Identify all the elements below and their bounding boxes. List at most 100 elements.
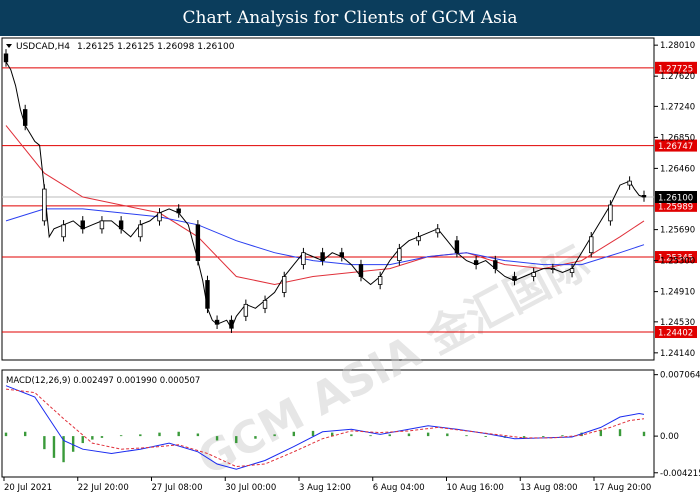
macd-histogram-bar-23 <box>388 434 391 437</box>
candle-body-5 <box>99 220 105 230</box>
candle-body-27 <box>493 260 498 269</box>
macd-histogram-bar-15 <box>235 436 238 444</box>
current-price-label: 1.26100 <box>658 194 693 204</box>
price-tick-label-7: 1.25300 <box>660 257 695 267</box>
main-panel-frame <box>1 37 655 361</box>
price-tick-label-3: 1.26850 <box>660 133 695 143</box>
macd-histogram-bar-10 <box>139 434 142 437</box>
candle-body-22 <box>397 248 402 262</box>
time-tick-label-0: 20 Jul 2021 <box>4 483 52 493</box>
macd-histogram-bar-34 <box>599 430 603 437</box>
macd-histogram-bar-26 <box>446 433 449 437</box>
candle-body-34 <box>627 180 632 186</box>
candle-body-11 <box>205 280 210 309</box>
macd-histogram-bar-8 <box>100 436 104 438</box>
candle-body-15 <box>262 299 268 309</box>
time-tick-label-1: 22 Jul 20:00 <box>78 483 129 493</box>
price-tick-label-10: 1.24140 <box>660 349 695 359</box>
candle-body-28 <box>512 276 517 281</box>
macd-tick-label-0: 0.007064 <box>660 371 700 381</box>
macd-histogram-bar-27 <box>465 435 468 437</box>
price-tick-label-9: 1.24530 <box>660 318 695 328</box>
candle-body-18 <box>320 252 325 262</box>
macd-tick-label-1: 0.00 <box>660 432 679 442</box>
candle-body-24 <box>435 228 440 234</box>
macd-histogram-bar-24 <box>407 433 411 437</box>
candle-body-3 <box>61 224 66 238</box>
macd-histogram-bar-3 <box>52 436 56 458</box>
candle-body-12 <box>214 319 220 325</box>
macd-histogram-bar-16 <box>254 436 257 439</box>
macd-histogram-bar-19 <box>311 430 315 437</box>
candle-body-0 <box>3 53 9 63</box>
level-label-1: 1.26747 <box>658 142 693 152</box>
macd-histogram-bar-6 <box>81 436 84 444</box>
chart-canvas: GCM ASIA 金汇国际 1.277251.267471.259891.253… <box>1 37 700 493</box>
macd-histogram-bar-7 <box>91 436 94 440</box>
price-tick-label-4: 1.26460 <box>660 164 695 174</box>
macd-tick-label-2: -0.004215 <box>660 469 700 479</box>
time-tick-label-7: 13 Aug 08:00 <box>520 483 577 493</box>
macd-histogram-bar-21 <box>350 434 353 437</box>
level-label-4: 1.24402 <box>658 329 693 339</box>
time-axis: 20 Jul 2021 22 Jul 20:00 27 Jul 08:00 30 Ju… <box>3 477 651 493</box>
time-tick-label-5: 6 Aug 04:00 <box>373 483 425 493</box>
candle-body-2 <box>42 188 47 222</box>
macd-histogram-bar-9 <box>119 435 123 437</box>
candle-body-8 <box>157 212 162 222</box>
price-tick-label-0: 1.28010 <box>660 41 695 51</box>
header-bar: Chart Analysis for Clients of GCM Asia <box>0 0 700 36</box>
candle-body-19 <box>339 252 344 258</box>
macd-histogram-bar-17 <box>273 434 276 437</box>
price-tick-label-8: 1.24910 <box>660 288 695 298</box>
candle-body-35 <box>641 195 647 198</box>
candle-body-13 <box>229 319 234 329</box>
macd-histogram-bar-12 <box>177 431 180 437</box>
macd-histogram-bar-31 <box>542 436 545 437</box>
time-tick-label-2: 27 Jul 08:00 <box>152 483 203 493</box>
candle-body-7 <box>138 224 143 238</box>
instrument-label: USDCAD,H4 <box>16 42 70 52</box>
macd-histogram-bar-25 <box>426 432 430 437</box>
macd-histogram-bar-36 <box>642 431 646 437</box>
macd-histogram-bar-13 <box>196 433 200 437</box>
candle-body-9 <box>176 208 181 214</box>
time-tick-label-6: 10 Aug 16:00 <box>447 483 504 493</box>
macd-histogram-bar-0 <box>4 432 8 437</box>
candle-body-17 <box>301 252 306 265</box>
price-tick-label-1: 1.27620 <box>660 72 695 82</box>
candle-body-25 <box>454 240 460 254</box>
candle-body-16 <box>282 276 287 293</box>
candle-body-23 <box>416 236 421 242</box>
price-tick-label-2: 1.27240 <box>660 102 695 112</box>
macd-histogram-bar-1 <box>23 431 27 437</box>
page-title: Chart Analysis for Clients of GCM Asia <box>182 8 518 28</box>
macd-histogram-bar-32 <box>561 435 564 437</box>
macd-histogram-bar-2 <box>43 436 46 450</box>
level-label-2: 1.25989 <box>658 202 693 212</box>
candle-body-10 <box>195 224 201 262</box>
macd-histogram-bar-22 <box>369 435 372 437</box>
macd-histogram-bar-14 <box>215 436 219 441</box>
time-tick-label-4: 3 Aug 12:00 <box>299 483 351 493</box>
candle-body-14 <box>243 303 249 317</box>
candle-body-29 <box>531 272 536 277</box>
candle-body-33 <box>608 204 613 222</box>
time-tick-label-8: 17 Aug 20:00 <box>594 483 651 493</box>
candle-body-1 <box>22 109 28 126</box>
candle-body-31 <box>569 268 575 273</box>
macd-histogram-bar-18 <box>292 431 296 437</box>
macd-histogram-bar-35 <box>618 429 622 437</box>
macd-histogram-bar-28 <box>484 436 487 437</box>
candle-body-30 <box>550 268 556 270</box>
candle-body-20 <box>358 264 364 277</box>
candle-body-21 <box>377 276 383 285</box>
price-tick-label-6: 1.25690 <box>660 226 695 236</box>
macd-label: MACD(12,26,9) 0.002497 0.001990 0.000507 <box>6 376 200 386</box>
candle-body-32 <box>589 236 594 254</box>
candle-body-6 <box>118 220 124 230</box>
ohlc-readout: 1.26125 1.26125 1.26098 1.26100 <box>77 42 235 52</box>
candle-body-26 <box>473 260 479 265</box>
time-tick-label-3: 30 Jul 00:00 <box>225 483 276 493</box>
candle-body-4 <box>80 220 85 230</box>
